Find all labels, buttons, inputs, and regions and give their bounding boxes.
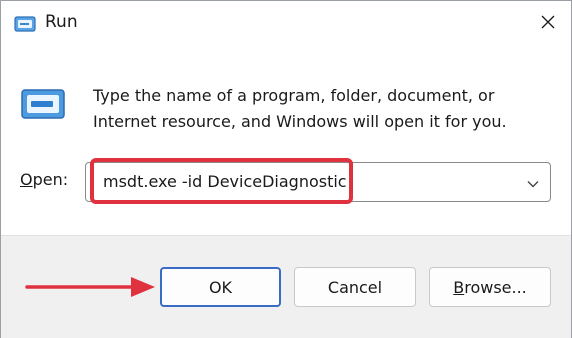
browse-accelerator: B <box>453 277 465 297</box>
browse-label-rest: rowse... <box>464 277 527 297</box>
open-label-rest: pen: <box>32 170 69 189</box>
open-label: Open: <box>20 170 68 189</box>
open-input[interactable]: msdt.exe -id DeviceDiagnostic <box>103 172 347 191</box>
cancel-button[interactable]: Cancel <box>294 267 416 307</box>
open-combobox[interactable]: msdt.exe -id DeviceDiagnostic <box>85 162 551 202</box>
run-dialog-icon <box>20 87 66 121</box>
close-button[interactable] <box>525 1 571 47</box>
description-text: Type the name of a program, folder, docu… <box>93 83 553 135</box>
browse-button-label: Browse... <box>453 278 527 297</box>
title-bar[interactable]: Run <box>1 1 571 47</box>
browse-button[interactable]: Browse... <box>429 267 551 307</box>
open-label-accelerator: O <box>20 170 33 189</box>
window-title: Run <box>45 12 78 32</box>
close-icon <box>540 14 556 34</box>
run-app-icon <box>14 14 36 34</box>
ok-button[interactable]: OK <box>160 267 281 307</box>
chevron-down-icon[interactable] <box>526 176 540 190</box>
description-line-2: Internet resource, and Windows will open… <box>93 112 507 131</box>
description-line-1: Type the name of a program, folder, docu… <box>93 86 495 105</box>
run-dialog: Run Type the name of a program, folder, … <box>0 0 572 338</box>
red-arrow-annotation <box>25 274 157 300</box>
